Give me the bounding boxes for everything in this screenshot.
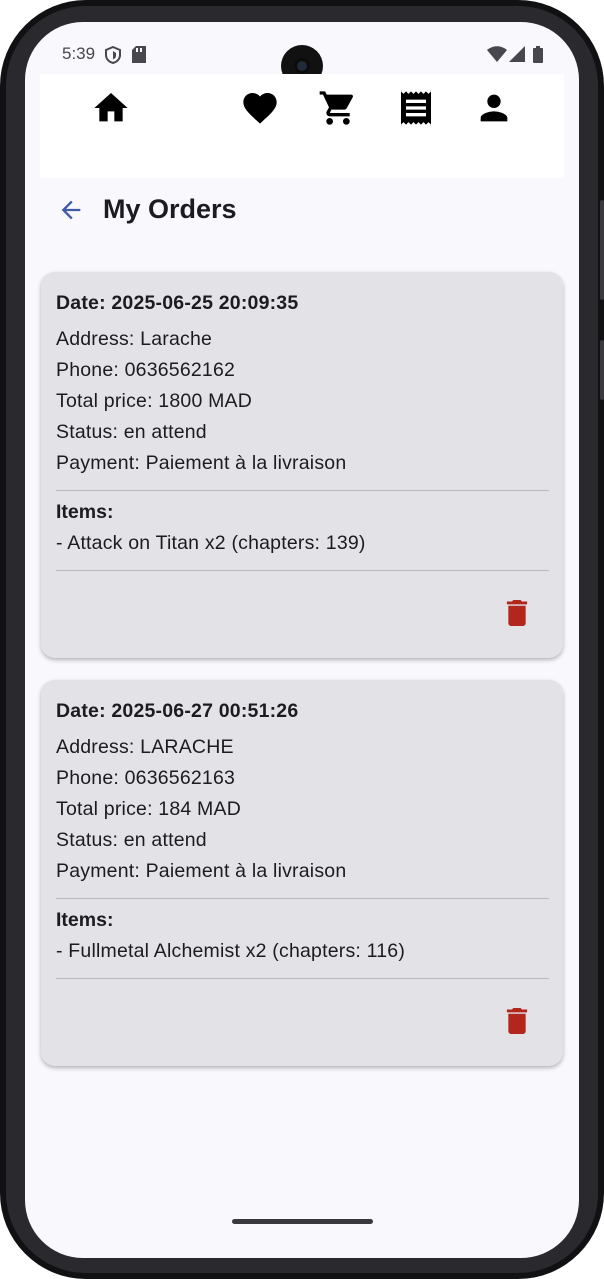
divider — [56, 978, 549, 979]
favorite-icon[interactable] — [240, 88, 280, 128]
status-time: 5:39 — [62, 44, 96, 63]
order-card: Date: 2025-06-25 20:09:35 Address: Larac… — [41, 272, 563, 658]
order-status: Status: en attend — [56, 829, 207, 851]
order-phone: Phone: 0636562163 — [56, 767, 236, 789]
page-title: My Orders — [103, 194, 237, 224]
arrow-back-icon[interactable] — [57, 196, 85, 224]
items-heading: Items: — [56, 501, 114, 523]
order-payment: Payment: Paiement à la livraison — [56, 452, 347, 474]
order-total-price: Total price: 184 MAD — [56, 798, 241, 820]
order-status: Status: en attend — [56, 421, 207, 443]
volume-button — [600, 200, 604, 300]
order-address: Address: Larache — [56, 328, 213, 350]
order-address: Address: LARACHE — [56, 736, 234, 758]
order-date: Date: 2025-06-25 20:09:35 — [56, 292, 299, 314]
delete-icon[interactable] — [506, 600, 528, 626]
signal-icon — [509, 46, 525, 62]
screen: 5:39 My Orders Date: 2025-06-25 20:09:35… — [25, 22, 579, 1258]
shield-icon — [105, 46, 121, 64]
top-navigation-bar — [40, 74, 564, 178]
order-item: - Fullmetal Alchemist x2 (chapters: 116) — [56, 940, 406, 962]
divider — [56, 570, 549, 571]
app-bar: My Orders — [25, 182, 579, 238]
order-card: Date: 2025-06-27 00:51:26 Address: LARAC… — [41, 680, 563, 1066]
receipt-icon[interactable] — [396, 88, 436, 128]
power-button — [600, 340, 604, 400]
delete-icon[interactable] — [506, 1008, 528, 1034]
wifi-icon — [487, 46, 507, 62]
divider — [56, 898, 549, 899]
profile-icon[interactable] — [474, 88, 514, 128]
battery-icon — [533, 46, 543, 63]
order-phone: Phone: 0636562162 — [56, 359, 236, 381]
sd-card-icon — [132, 46, 146, 63]
order-item: - Attack on Titan x2 (chapters: 139) — [56, 532, 366, 554]
home-indicator[interactable] — [232, 1219, 373, 1224]
divider — [56, 490, 549, 491]
home-icon[interactable] — [91, 88, 131, 128]
order-total-price: Total price: 1800 MAD — [56, 390, 253, 412]
order-payment: Payment: Paiement à la livraison — [56, 860, 347, 882]
order-date: Date: 2025-06-27 00:51:26 — [56, 700, 299, 722]
items-heading: Items: — [56, 909, 114, 931]
cart-icon[interactable] — [318, 88, 358, 128]
